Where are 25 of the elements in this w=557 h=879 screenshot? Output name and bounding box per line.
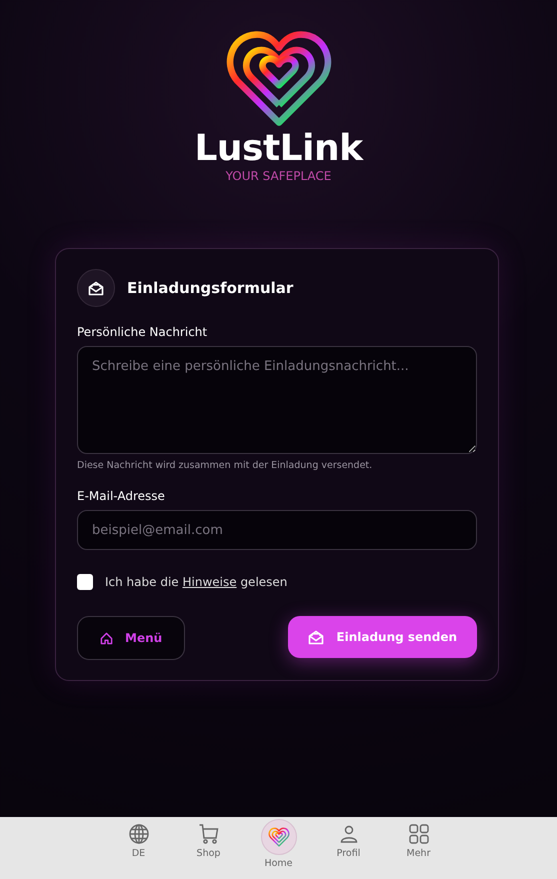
consent-text: Ich habe die Hinweise gelesen <box>105 575 288 589</box>
nav-item[interactable]: Profil <box>322 817 374 879</box>
hint-link[interactable]: Hinweise <box>182 575 237 589</box>
heart-icon <box>268 827 290 847</box>
message-field[interactable]: Schreibe eine persönliche Einladungsnachricht... <box>77 346 477 454</box>
nav-item[interactable]: Home <box>252 817 304 879</box>
menu-button[interactable]: Menü <box>77 616 186 660</box>
send-button[interactable]: Einladung senden <box>288 616 477 658</box>
globe-icon <box>128 823 150 845</box>
brand-tagline: YOUR SAFEPLACE <box>226 169 332 183</box>
checkbox[interactable] <box>77 574 93 590</box>
form-title: Einladungsformular <box>127 279 294 297</box>
nav-item[interactable]: DE <box>112 817 164 879</box>
field-label: E-Mail-Adresse <box>77 489 166 503</box>
field-label: Persönliche Nachricht <box>77 325 208 339</box>
home-icon <box>100 632 113 644</box>
envelope-icon <box>308 630 324 644</box>
brand-name: LustLink <box>194 129 363 169</box>
envelope-icon <box>88 280 104 296</box>
field-hint: Diese Nachricht wird zusammen mit der Einladung versendet. <box>77 460 374 471</box>
grid-icon <box>408 823 430 845</box>
nav-item[interactable]: Shop <box>182 817 234 879</box>
cart-icon <box>198 823 220 845</box>
nav-item[interactable]: Mehr <box>392 817 444 879</box>
email-field[interactable]: beispiel@email.com <box>77 510 477 550</box>
